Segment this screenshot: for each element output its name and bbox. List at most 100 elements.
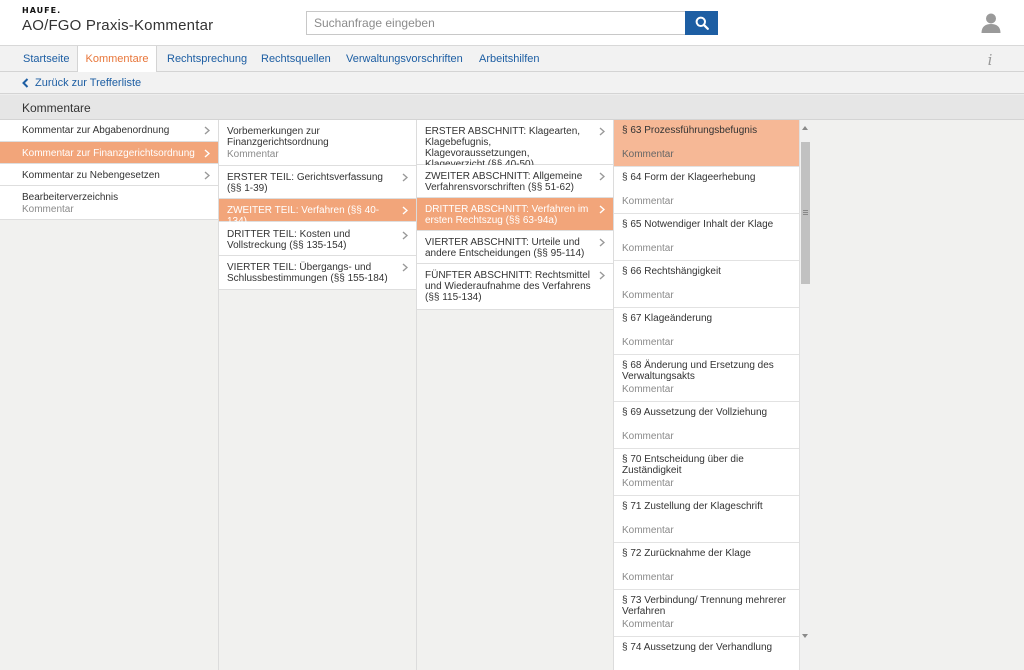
item-title: § 66 Rechtshängigkeit [622,266,721,277]
search-input[interactable] [306,11,686,35]
list-item[interactable]: ERSTER ABSCHNITT: Klagearten, Klagebefug… [417,120,613,170]
item-title: Vorbemerkungen zur Finanzgerichtsordnung [227,126,329,148]
item-title: § 68 Änderung und Ersetzung des Verwaltu… [622,360,774,382]
item-title: § 74 Aussetzung der Verhandlung [622,642,773,653]
column-collections: Kommentar zur Abgabenordnung Kommentar z… [0,120,219,670]
item-title: ZWEITER ABSCHNITT: Allgemeine Verfahrens… [425,171,583,193]
list-item-selected[interactable]: Kommentar zur Finanzgerichtsordnung [0,142,218,164]
list-item[interactable]: § 66 Rechtshängigkeit Kommentar [614,261,799,308]
list-item[interactable]: § 71 Zustellung der Klageschrift Komment… [614,496,799,543]
user-icon[interactable] [980,12,1002,34]
list-item[interactable]: ERSTER TEIL: Gerichtsverfassung (§§ 1-39… [219,166,416,199]
scrollbar-thumb[interactable] [801,142,810,284]
list-item[interactable]: Bearbeiterverzeichnis Kommentar [0,186,218,220]
tab-rechtsprechung[interactable]: Rechtsprechung [167,46,247,72]
back-to-results-link[interactable]: Zurück zur Trefferliste [22,77,141,89]
item-title: § 73 Verbindung/ Trennung mehrerer Verfa… [622,595,786,617]
list-item[interactable]: § 65 Notwendiger Inhalt der Klage Kommen… [614,214,799,261]
list-item[interactable]: § 68 Änderung und Ersetzung des Verwaltu… [614,355,799,402]
grip-line [803,212,808,213]
chevron-right-icon [204,126,210,135]
list-item[interactable]: § 67 Klageänderung Kommentar [614,308,799,355]
scroll-up-arrow-icon[interactable] [802,126,808,130]
list-item[interactable]: VIERTER TEIL: Übergangs- und Schlussbest… [219,256,416,290]
item-subtitle: Kommentar [622,431,674,442]
app-header: HAUFE. AO/FGO Praxis-Kommentar [0,0,1024,46]
item-title: Kommentar zur Abgabenordnung [22,125,170,136]
item-subtitle: Kommentar [622,290,674,301]
list-item[interactable]: § 64 Form der Klageerhebung Kommentar [614,167,799,214]
tab-startseite[interactable]: Startseite [23,46,69,72]
list-item-selected[interactable]: ZWEITER TEIL: Verfahren (§§ 40-134) [219,199,416,227]
item-subtitle: Kommentar [622,196,674,207]
item-subtitle: Kommentar [622,525,674,536]
list-item[interactable]: DRITTER TEIL: Kosten und Vollstreckung (… [219,222,416,256]
list-item[interactable]: § 72 Zurücknahme der Klage Kommentar [614,543,799,590]
chevron-right-icon [402,206,408,215]
chevron-right-icon [599,271,605,280]
chevron-right-icon [599,205,605,214]
grip-line [803,210,808,211]
item-title: § 72 Zurücknahme der Klage [622,548,751,559]
item-subtitle: Kommentar [622,572,674,583]
list-item[interactable]: § 73 Verbindung/ Trennung mehrerer Verfa… [614,590,799,637]
item-title: ERSTER ABSCHNITT: Klagearten, Klagebefug… [425,126,581,170]
list-item[interactable]: § 70 Entscheidung über die Zuständigkeit… [614,449,799,496]
column-paragraphs: § 63 Prozessführungsbefugnis Kommentar §… [614,120,799,670]
chevron-right-icon [599,127,605,136]
item-subtitle: Kommentar [622,337,674,348]
list-item[interactable]: VIERTER ABSCHNITT: Urteile und andere En… [417,231,613,264]
list-item[interactable]: § 74 Aussetzung der Verhandlung [614,637,799,670]
chevron-right-icon [402,231,408,240]
search-button[interactable] [685,11,718,35]
item-title: § 64 Form der Klageerhebung [622,172,756,183]
main-nav: Startseite Kommentare Rechtsprechung Rec… [0,46,1024,73]
chevron-right-icon [204,171,210,180]
item-title: § 70 Entscheidung über die Zuständigkeit [622,454,744,476]
scroll-down-arrow-icon[interactable] [802,634,808,638]
tab-arbeitshilfen[interactable]: Arbeitshilfen [479,46,540,72]
chevron-right-icon [402,263,408,272]
tab-kommentare[interactable]: Kommentare [77,46,157,73]
app-title: AO/FGO Praxis-Kommentar [22,17,214,34]
list-item[interactable]: ZWEITER ABSCHNITT: Allgemeine Verfahrens… [417,165,613,198]
list-item-selected[interactable]: DRITTER ABSCHNITT: Verfahren im ersten R… [417,198,613,231]
list-item[interactable]: Vorbemerkungen zur Finanzgerichtsordnung… [219,120,416,166]
info-icon[interactable]: i [984,51,996,69]
tab-rechtsquellen[interactable]: Rechtsquellen [261,46,331,72]
list-item-selected[interactable]: § 63 Prozessführungsbefugnis Kommentar [614,120,799,167]
chevron-right-icon [599,172,605,181]
item-subtitle: Kommentar [622,478,674,489]
search-icon [695,16,709,30]
list-item[interactable]: Kommentar zur Abgabenordnung [0,120,218,142]
item-title: Bearbeiterverzeichnis [22,192,119,203]
chevron-right-icon [599,238,605,247]
item-title: VIERTER ABSCHNITT: Urteile und andere En… [425,237,585,259]
chevron-right-icon [402,173,408,182]
item-title: § 69 Aussetzung der Vollziehung [622,407,768,418]
item-title: DRITTER TEIL: Kosten und Vollstreckung (… [227,229,351,251]
item-title: § 63 Prozessführungsbefugnis [622,125,758,136]
item-subtitle: Kommentar [622,149,674,160]
chevron-left-icon [22,78,29,88]
column-parts: Vorbemerkungen zur Finanzgerichtsordnung… [219,120,417,670]
list-item[interactable]: Kommentar zu Nebengesetzen [0,164,218,186]
chevron-right-icon [204,149,210,158]
search-bar [306,11,718,35]
item-title: § 67 Klageänderung [622,313,713,324]
item-title: Kommentar zur Finanzgerichtsordnung [22,148,195,159]
section-title: Kommentare [22,101,91,115]
list-item[interactable]: FÜNFTER ABSCHNITT: Rechtsmittel und Wied… [417,264,613,310]
item-subtitle: Kommentar [22,204,74,215]
tab-verwaltungsvorschriften[interactable]: Verwaltungsvorschriften [346,46,463,72]
column-sections: ERSTER ABSCHNITT: Klagearten, Klagebefug… [417,120,614,670]
grip-line [803,214,808,215]
empty-area [810,120,1024,670]
item-subtitle: Kommentar [622,619,674,630]
back-link-label: Zurück zur Trefferliste [35,77,142,89]
back-bar: Zurück zur Trefferliste [0,72,1024,94]
item-title: Kommentar zu Nebengesetzen [22,170,160,181]
column-scrollbar[interactable] [799,120,810,670]
item-subtitle: Kommentar [622,384,674,395]
list-item[interactable]: § 69 Aussetzung der Vollziehung Kommenta… [614,402,799,449]
